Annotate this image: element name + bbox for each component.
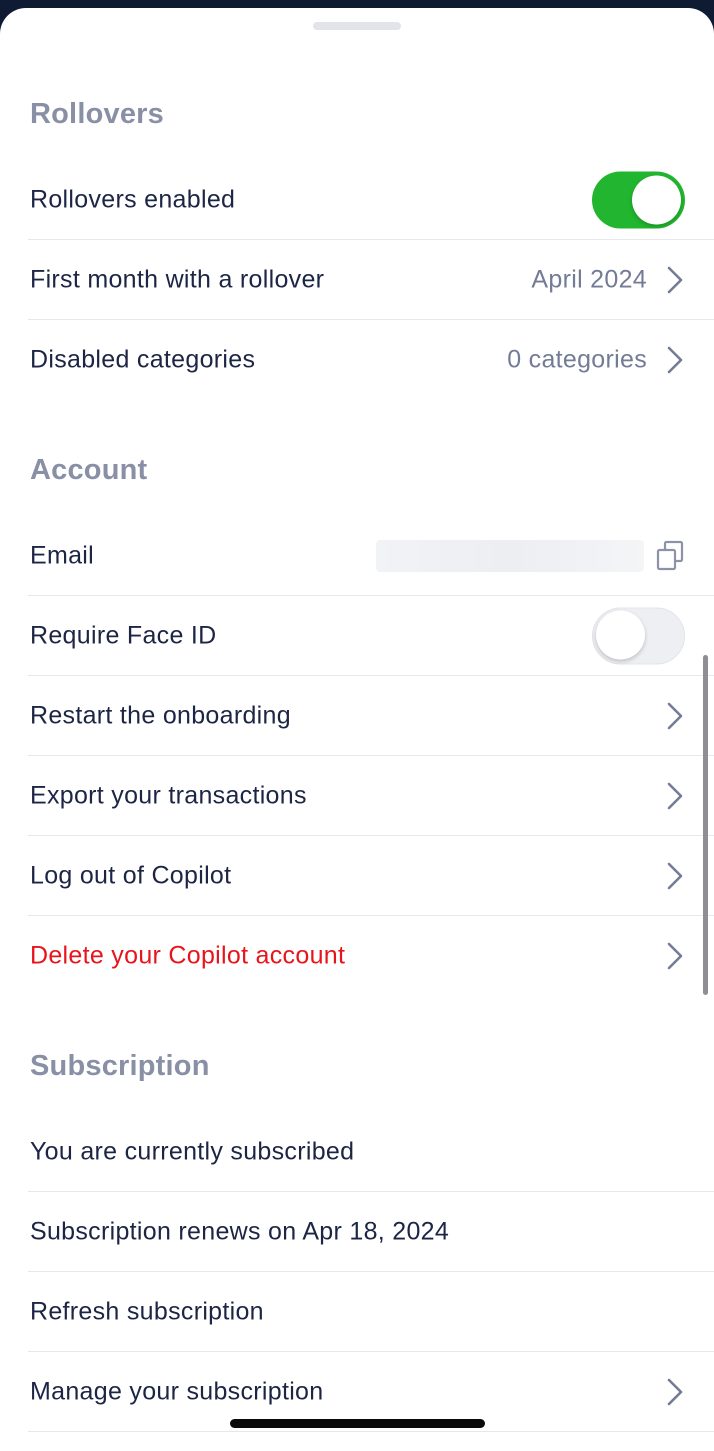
chevron-right-icon <box>667 942 683 970</box>
chevron-right-icon <box>667 266 683 293</box>
toggle-knob <box>596 610 645 660</box>
copy-icon[interactable] <box>655 540 685 572</box>
subscription-status-label: You are currently subscribed <box>30 1137 355 1165</box>
chevron-right-icon <box>667 782 683 809</box>
delete-account-row[interactable]: Delete your Copilot account <box>28 916 714 996</box>
toggle-knob <box>632 175 681 224</box>
email-label: Email <box>30 541 95 569</box>
first-month-rollover-row[interactable]: First month with a rollover April 2024 <box>28 240 714 320</box>
rollovers-enabled-toggle[interactable] <box>592 171 685 228</box>
chevron-right-icon <box>667 862 683 889</box>
section-title-subscription: Subscription <box>30 1050 210 1082</box>
export-transactions-label: Export your transactions <box>30 781 307 809</box>
disabled-categories-value: 0 categories <box>507 345 647 374</box>
manage-subscription-label: Manage your subscription <box>30 1377 324 1405</box>
home-indicator[interactable] <box>230 1419 485 1428</box>
email-value-redacted <box>376 539 644 572</box>
require-face-id-row: Require Face ID <box>28 596 714 676</box>
log-out-row[interactable]: Log out of Copilot <box>28 836 714 916</box>
first-month-value: April 2024 <box>531 265 647 293</box>
subscription-renews-row: Subscription renews on Apr 18, 2024 <box>28 1192 714 1272</box>
rollovers-enabled-label: Rollovers enabled <box>30 185 236 213</box>
restart-onboarding-row[interactable]: Restart the onboarding <box>28 676 714 756</box>
require-face-id-toggle[interactable] <box>592 607 685 664</box>
settings-sheet: Rollovers Rollovers enabled First month … <box>0 8 714 1451</box>
restart-onboarding-label: Restart the onboarding <box>30 701 291 729</box>
section-title-account: Account <box>30 454 148 486</box>
require-face-id-label: Require Face ID <box>30 621 217 649</box>
sheet-grabber[interactable] <box>313 22 401 30</box>
rollovers-enabled-row: Rollovers enabled <box>28 160 714 240</box>
chevron-right-icon <box>667 346 683 374</box>
delete-account-label: Delete your Copilot account <box>30 941 346 970</box>
refresh-subscription-label: Refresh subscription <box>30 1297 264 1325</box>
email-row: Email <box>28 516 714 596</box>
subscription-renews-label: Subscription renews on Apr 18, 2024 <box>30 1217 450 1245</box>
chevron-right-icon <box>667 1378 683 1405</box>
disabled-categories-row[interactable]: Disabled categories 0 categories <box>28 320 714 400</box>
section-title-rollovers: Rollovers <box>30 98 164 130</box>
scrollbar[interactable] <box>703 655 708 995</box>
chevron-right-icon <box>667 702 683 729</box>
export-transactions-row[interactable]: Export your transactions <box>28 756 714 836</box>
first-month-label: First month with a rollover <box>30 265 325 293</box>
refresh-subscription-row[interactable]: Refresh subscription <box>28 1272 714 1352</box>
subscription-status-row: You are currently subscribed <box>28 1112 714 1192</box>
log-out-label: Log out of Copilot <box>30 861 232 889</box>
disabled-categories-label: Disabled categories <box>30 345 256 374</box>
